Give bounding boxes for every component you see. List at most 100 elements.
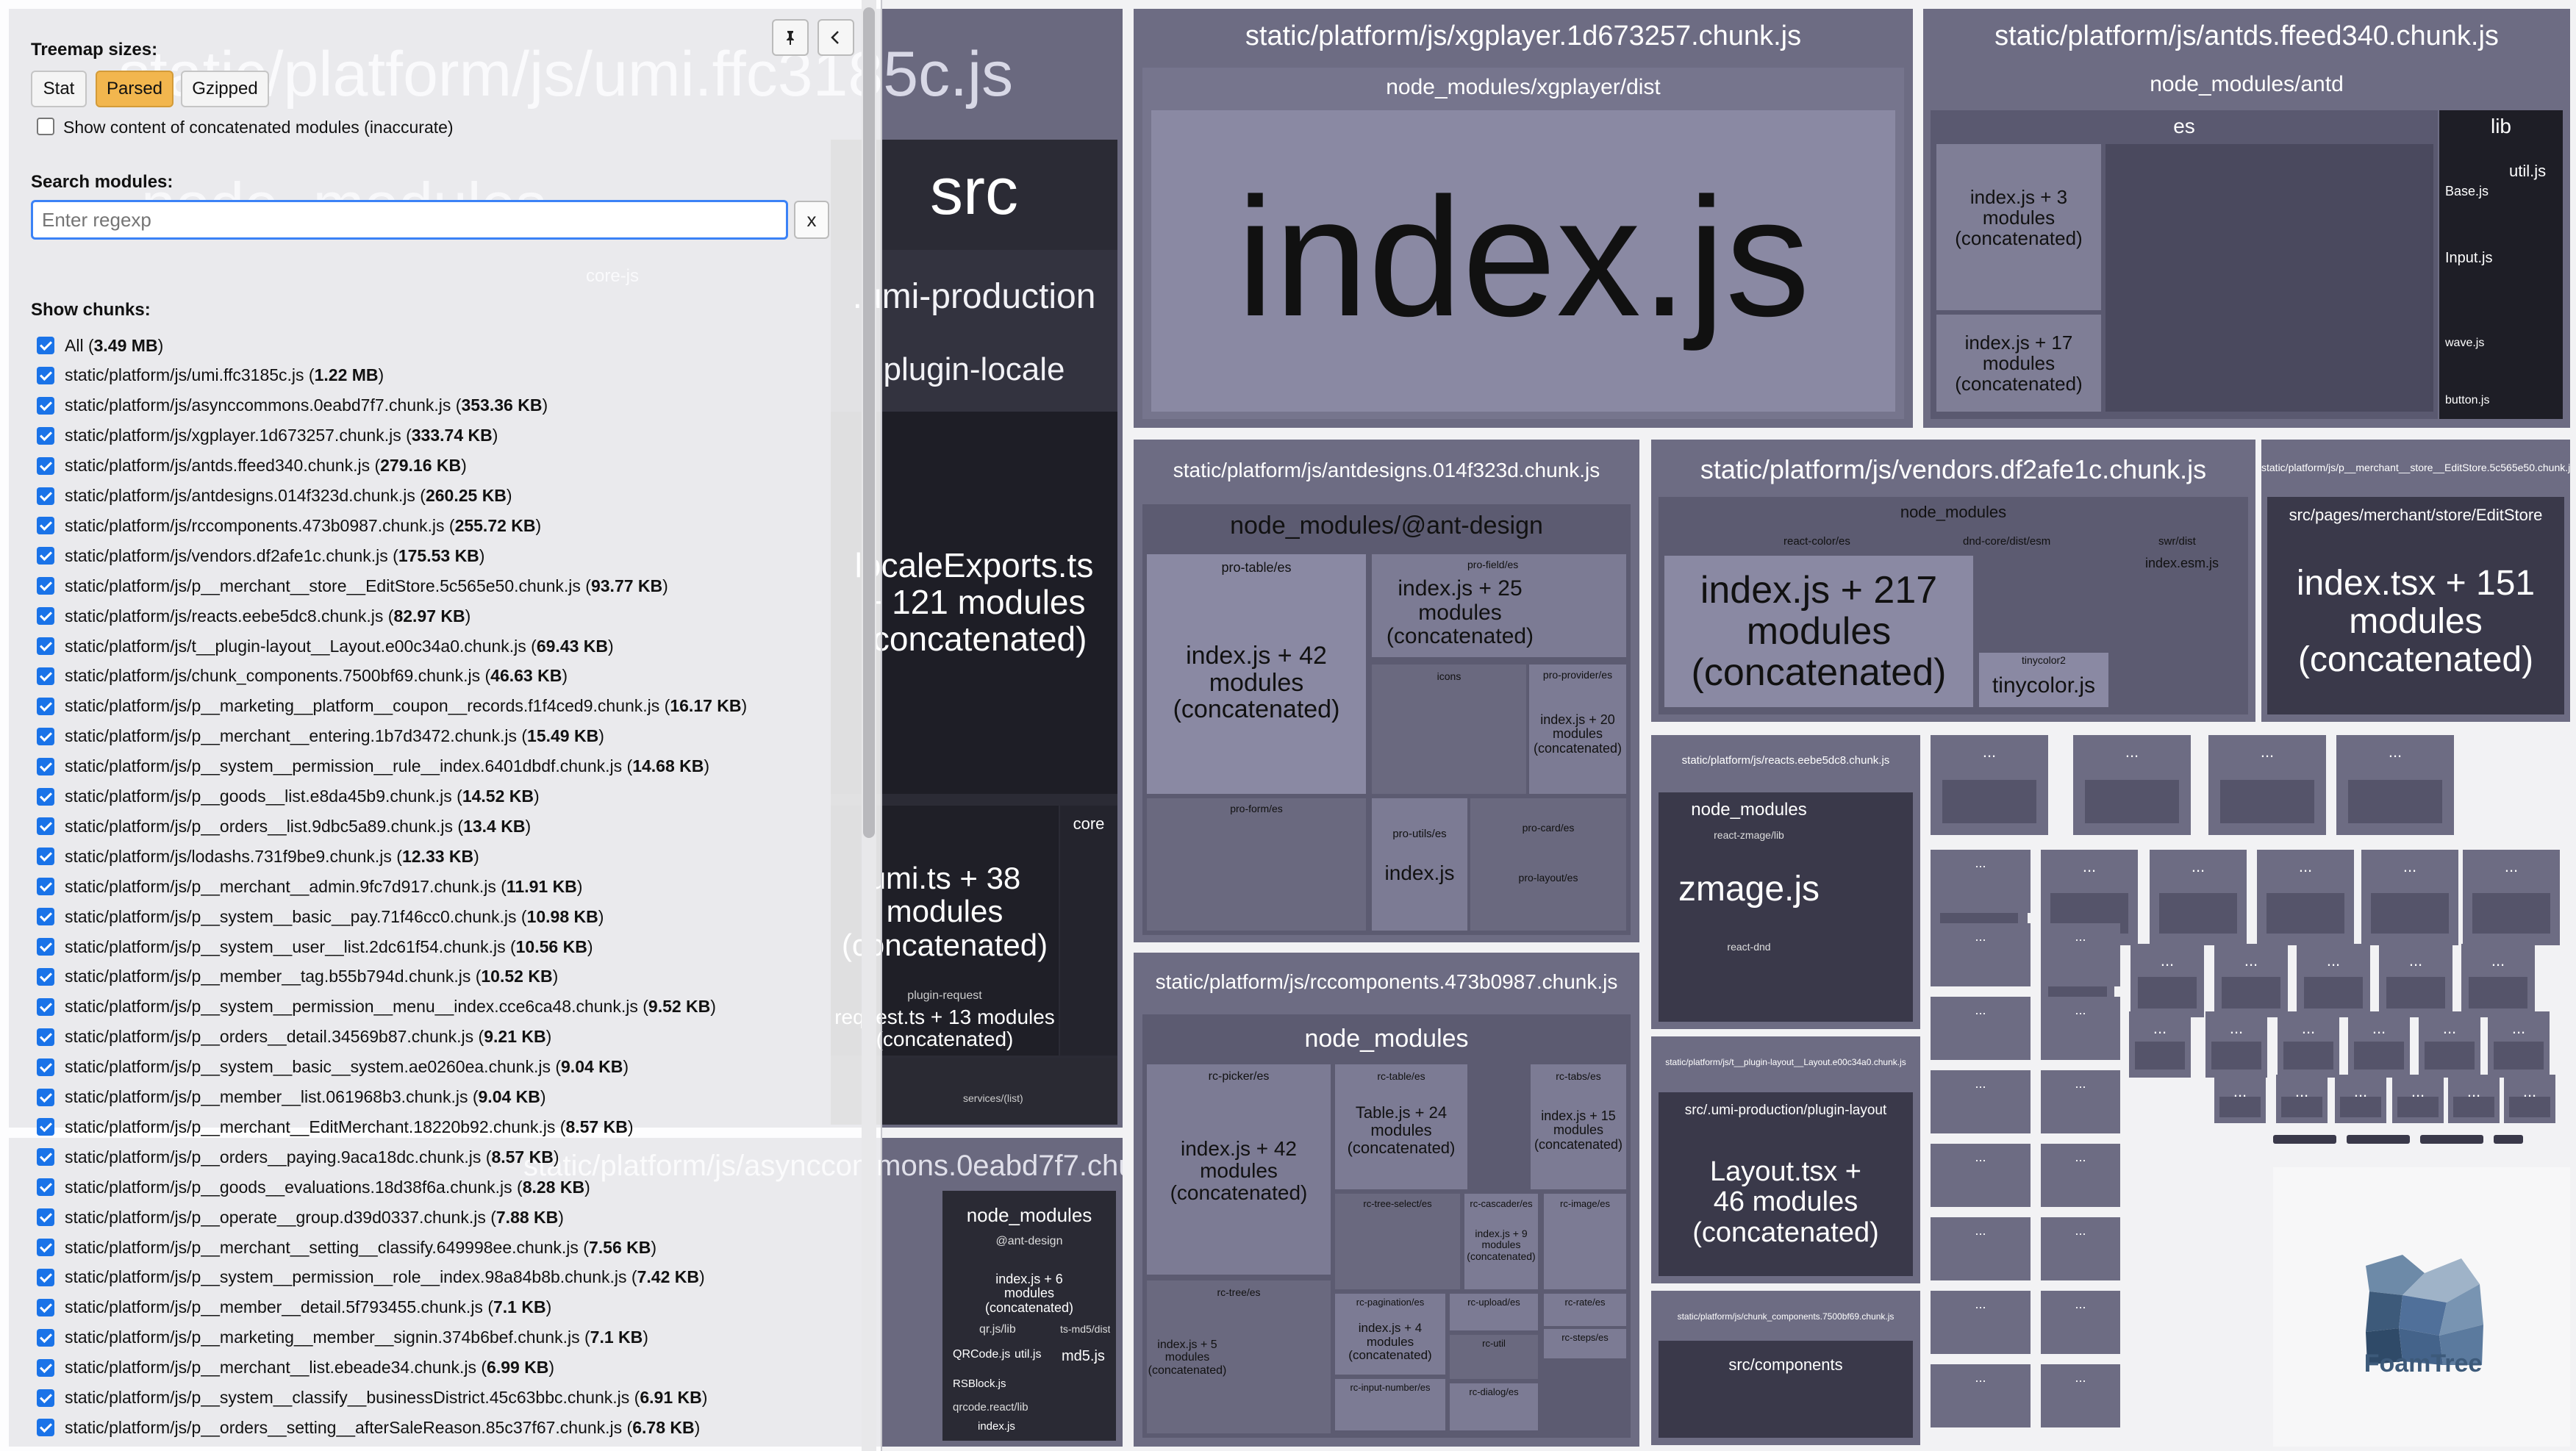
chunk-row[interactable]: static/platform/js/p__member__detail.5f7…: [37, 1293, 551, 1322]
tiny-chunk-strip[interactable]: [2273, 1135, 2336, 1144]
chunk-row[interactable]: static/platform/js/reacts.eebe5dc8.chunk…: [37, 601, 471, 631]
small-chunk[interactable]: ...: [2041, 1217, 2120, 1280]
chunk-row[interactable]: static/platform/js/p__orders__paying.9ac…: [37, 1142, 559, 1172]
chunk-row[interactable]: static/platform/js/p__merchant__admin.9f…: [37, 872, 582, 901]
tiny-chunk-strip[interactable]: [2347, 1135, 2410, 1144]
chunk-row[interactable]: static/platform/js/p__system__user__list…: [37, 932, 593, 961]
show-concatenated-checkbox[interactable]: [37, 118, 54, 135]
antdesigns-pro-field[interactable]: pro-field/es index.js + 25 modules (conc…: [1372, 554, 1626, 657]
rc-pagination[interactable]: rc-pagination/es index.js + 4 modules (c…: [1335, 1294, 1445, 1375]
chunk-row[interactable]: static/platform/js/p__merchant__list.ebe…: [37, 1353, 554, 1383]
chunk-row[interactable]: static/platform/js/p__orders__setting__a…: [37, 1413, 700, 1442]
small-chunk[interactable]: ...: [2041, 1070, 2120, 1133]
small-chunk[interactable]: ...: [2461, 944, 2535, 1017]
small-chunk[interactable]: ...: [2276, 1075, 2328, 1123]
small-chunk[interactable]: ...: [2214, 944, 2288, 1017]
small-chunk[interactable]: ...: [1931, 1291, 2031, 1354]
chunk-checkbox[interactable]: [37, 1419, 54, 1437]
small-chunk[interactable]: ...: [1931, 850, 2031, 913]
collapse-sidebar-button[interactable]: [817, 19, 854, 56]
rc-upload[interactable]: rc-upload/es: [1450, 1294, 1538, 1330]
chunk-row[interactable]: static/platform/js/p__system__permission…: [37, 752, 709, 781]
chunk-row[interactable]: static/platform/js/xgplayer.1d673257.chu…: [37, 421, 498, 451]
chunk-checkbox[interactable]: [37, 517, 54, 535]
rc-image[interactable]: rc-image/es: [1544, 1194, 1626, 1289]
small-chunk[interactable]: ...: [2041, 1364, 2120, 1427]
rc-table[interactable]: rc-table/es Table.js + 24 modules (conca…: [1335, 1064, 1467, 1189]
components-src[interactable]: src/components: [1659, 1341, 1913, 1438]
sidebar-scrollbar-thumb[interactable]: [863, 7, 875, 838]
vendors-index217[interactable]: index.js + 217 modules (concatenated): [1664, 556, 1973, 707]
antds-index17[interactable]: index.js + 17 modules (concatenated): [1936, 315, 2101, 412]
small-chunk[interactable]: ...: [2129, 1011, 2191, 1078]
chunk-checkbox[interactable]: [37, 547, 54, 565]
small-chunk[interactable]: ...: [1931, 1070, 2031, 1133]
chunk-row[interactable]: static/platform/js/antds.ffeed340.chunk.…: [37, 451, 467, 481]
rc-cascader[interactable]: rc-cascader/es index.js + 9 modules (con…: [1464, 1194, 1538, 1289]
chunk-row[interactable]: All (3.49 MB): [37, 331, 163, 360]
rc-tree-select[interactable]: rc-tree-select/es: [1335, 1194, 1460, 1289]
chunk-checkbox[interactable]: [37, 997, 54, 1016]
chunk-checkbox[interactable]: [37, 1298, 54, 1316]
chunk-row[interactable]: static/platform/js/p__member__tag.b55b79…: [37, 962, 558, 992]
size-gzipped-button[interactable]: Gzipped: [181, 71, 269, 107]
rc-tabs[interactable]: rc-tabs/es index.js + 15 modules (concat…: [1531, 1064, 1626, 1189]
small-chunk[interactable]: ...: [2278, 1011, 2339, 1078]
chunk-row[interactable]: static/platform/js/p__marketing__member_…: [37, 1323, 648, 1353]
chunk-checkbox[interactable]: [37, 1389, 54, 1407]
reacts-node-modules[interactable]: node_modules react-zmage/lib zmage.js re…: [1659, 792, 1913, 1022]
chunk-row[interactable]: static/platform/js/asynccommons.0eabd7f7…: [37, 391, 548, 420]
small-chunk[interactable]: ...: [1931, 735, 2048, 835]
small-chunk[interactable]: ...: [2336, 735, 2454, 835]
small-chunk[interactable]: ...: [2257, 850, 2354, 945]
antdesigns-pro-form[interactable]: pro-form/es: [1147, 798, 1366, 931]
chunk-checkbox[interactable]: [37, 1358, 54, 1377]
small-chunk[interactable]: ...: [2504, 1075, 2555, 1123]
chunk-row[interactable]: static/platform/js/p__system__basic__pay…: [37, 902, 604, 931]
pin-button[interactable]: [772, 19, 809, 56]
chunk-checkbox[interactable]: [37, 697, 54, 715]
chunk-checkbox[interactable]: [37, 787, 54, 806]
chunk-row[interactable]: static/platform/js/p__marketing__platfor…: [37, 692, 747, 721]
rc-tree[interactable]: rc-tree/es index.js + 5 modules (concate…: [1147, 1280, 1331, 1433]
chunk-checkbox[interactable]: [37, 727, 54, 745]
chunk-checkbox[interactable]: [37, 1239, 54, 1256]
small-chunk[interactable]: ...: [1931, 923, 2031, 986]
chunk-checkbox[interactable]: [37, 1148, 54, 1167]
chunk-row[interactable]: static/platform/js/umi.ffc3185c.js (1.22…: [37, 361, 384, 390]
chunk-checkbox[interactable]: [37, 337, 54, 354]
chunk-checkbox[interactable]: [37, 487, 54, 505]
editstore-src[interactable]: src/pages/merchant/store/EditStore index…: [2267, 497, 2564, 714]
small-chunk[interactable]: ...: [2335, 1075, 2386, 1123]
chunk-row[interactable]: static/platform/js/p__operate__group.d39…: [37, 1203, 564, 1232]
chunk-checkbox[interactable]: [37, 967, 54, 986]
antdesigns-pro-layout[interactable]: pro-card/es pro-layout/es: [1470, 798, 1626, 931]
small-chunk[interactable]: ...: [2205, 1011, 2267, 1078]
small-chunk[interactable]: ...: [1931, 1364, 2031, 1427]
umi-core[interactable]: core: [1060, 806, 1117, 1056]
chunk-checkbox[interactable]: [37, 938, 54, 956]
small-chunk[interactable]: ...: [2041, 997, 2120, 1060]
chunk-checkbox[interactable]: [37, 1328, 54, 1347]
rc-steps[interactable]: rc-steps/es: [1544, 1329, 1626, 1358]
antds-index3[interactable]: index.js + 3 modules (concatenated): [1936, 144, 2101, 310]
antdesigns-pro-table[interactable]: pro-table/es index.js + 42 modules (conc…: [1147, 554, 1366, 794]
small-chunk[interactable]: ...: [2150, 850, 2247, 945]
antdesigns-pro-utils[interactable]: pro-utils/es index.js: [1372, 798, 1467, 931]
chunk-row[interactable]: static/platform/js/p__orders__list.9dbc5…: [37, 812, 531, 841]
rc-picker[interactable]: rc-picker/es index.js + 42 modules (conc…: [1147, 1064, 1331, 1275]
antds-lib[interactable]: lib Base.js util.js Input.js wave.js but…: [2439, 110, 2563, 419]
small-chunk[interactable]: ...: [2208, 735, 2326, 835]
small-chunk[interactable]: ...: [2488, 1011, 2550, 1078]
chunk-checkbox[interactable]: [37, 1028, 54, 1046]
chunk-row[interactable]: static/platform/js/lodashs.731f9be9.chun…: [37, 842, 479, 871]
small-chunk[interactable]: ...: [2297, 944, 2370, 1017]
antdesigns-icons[interactable]: icons: [1372, 664, 1526, 794]
small-chunk[interactable]: ...: [2214, 1075, 2266, 1123]
tiny-chunk-strip[interactable]: [2494, 1135, 2523, 1144]
chunk-row[interactable]: static/platform/js/antdesigns.014f323d.c…: [37, 481, 512, 511]
chunk-row[interactable]: static/platform/js/p__system__permission…: [37, 1263, 705, 1292]
antdesigns-pro-provider[interactable]: pro-provider/es index.js + 20 modules (c…: [1529, 664, 1626, 794]
chunk-checkbox[interactable]: [37, 637, 54, 655]
size-stat-button[interactable]: Stat: [31, 71, 87, 107]
